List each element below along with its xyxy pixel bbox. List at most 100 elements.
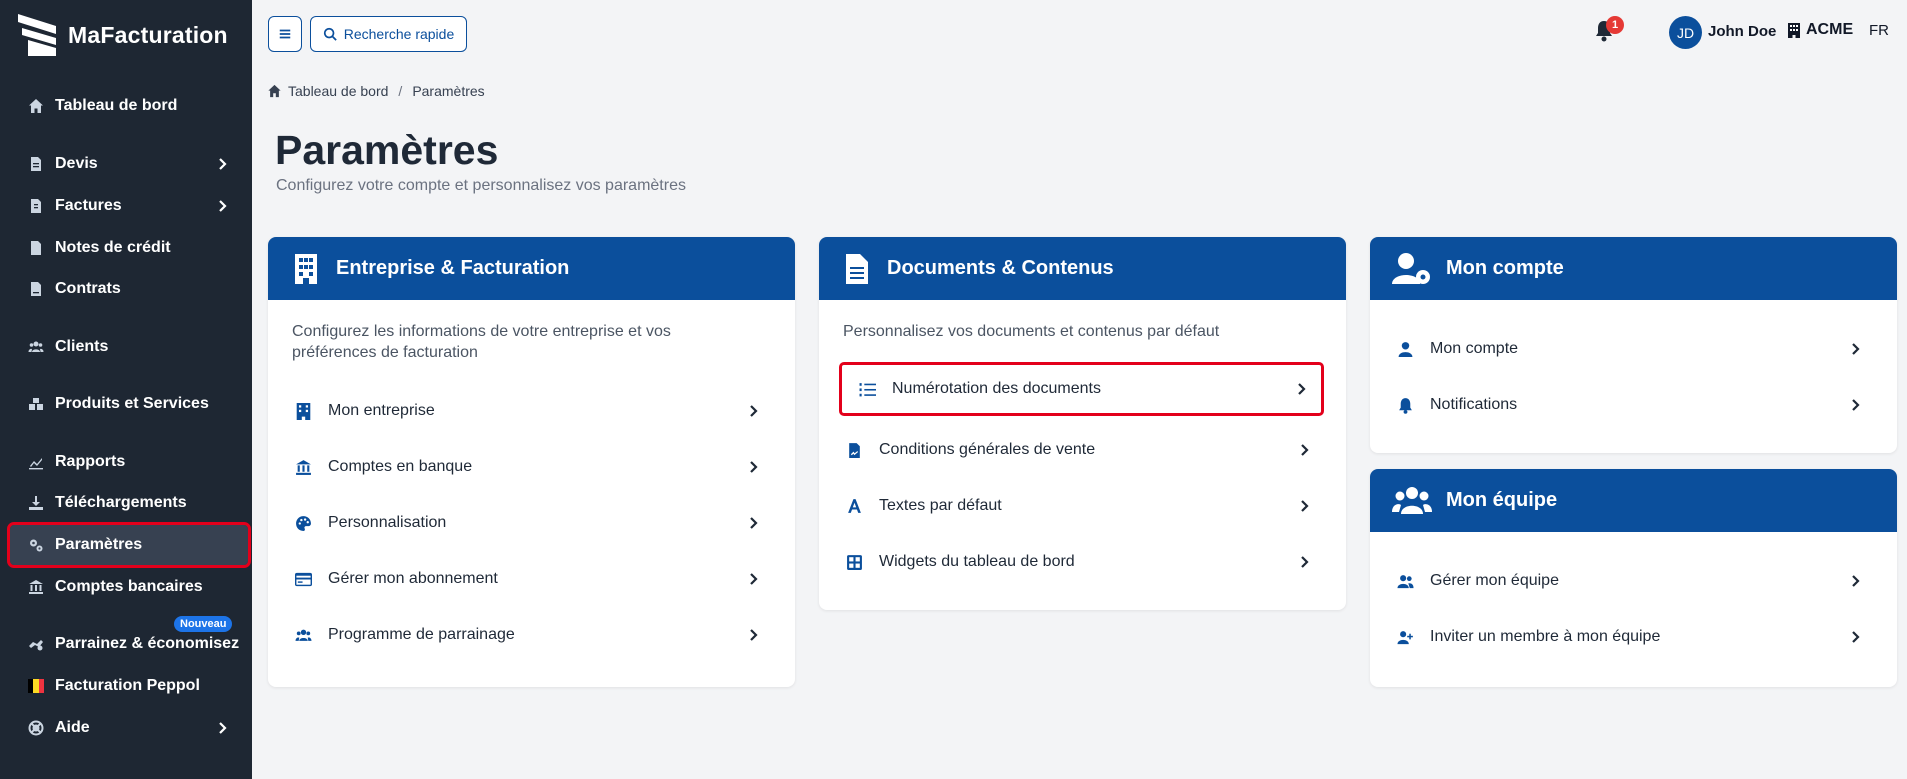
chevron-right-icon xyxy=(745,571,761,587)
file-contract-icon xyxy=(843,440,865,460)
chevron-right-icon xyxy=(1296,442,1312,458)
settings-item-notifications[interactable]: Notifications xyxy=(1380,381,1887,429)
chart-icon xyxy=(26,452,46,472)
settings-item-label: Programme de parrainage xyxy=(328,626,515,643)
notification-count-badge: 1 xyxy=(1606,16,1624,34)
settings-item-mon-entreprise[interactable]: Mon entreprise xyxy=(278,387,785,435)
settings-item-textes-defaut[interactable]: Textes par défaut xyxy=(829,482,1336,530)
app-logo[interactable]: MaFacturation xyxy=(16,12,228,58)
user-settings-icon xyxy=(1392,252,1432,286)
card-mon-compte: Mon compte Mon compte Notifications xyxy=(1370,237,1897,453)
chevron-right-icon xyxy=(1296,554,1312,570)
sidebar-item-factures[interactable]: Factures xyxy=(10,186,248,226)
settings-item-label: Notifications xyxy=(1430,396,1518,413)
home-icon xyxy=(26,96,46,116)
card-title: Documents & Contenus xyxy=(887,257,1114,279)
user-plus-icon xyxy=(1394,627,1416,647)
download-icon xyxy=(26,493,46,513)
handshake-icon xyxy=(26,634,46,654)
settings-item-abonnement[interactable]: Gérer mon abonnement xyxy=(278,555,785,603)
settings-item-widgets[interactable]: Widgets du tableau de bord xyxy=(829,538,1336,586)
users-icon xyxy=(1392,484,1432,518)
users-icon xyxy=(292,625,314,645)
contract-icon xyxy=(26,279,46,299)
settings-item-mon-compte[interactable]: Mon compte xyxy=(1380,325,1887,373)
user-name[interactable]: John Doe xyxy=(1708,23,1776,40)
users-icon xyxy=(26,337,46,357)
document-icon xyxy=(26,154,46,174)
settings-item-label: Mon entreprise xyxy=(328,402,435,419)
sidebar-item-peppol[interactable]: Facturation Peppol xyxy=(10,666,248,706)
card-title: Mon compte xyxy=(1446,257,1564,279)
menu-toggle-button[interactable] xyxy=(268,16,302,52)
settings-item-cgv[interactable]: Conditions générales de vente xyxy=(829,426,1336,474)
settings-item-label: Mon compte xyxy=(1430,340,1519,357)
settings-item-parrainage[interactable]: Programme de parrainage xyxy=(278,611,785,659)
sidebar-item-label: Rapports xyxy=(55,453,126,470)
breadcrumb: Tableau de bord / Paramètres xyxy=(267,83,485,99)
table-icon xyxy=(843,552,865,572)
chevron-right-icon xyxy=(214,156,230,172)
chevron-right-icon xyxy=(745,459,761,475)
settings-item-label: Widgets du tableau de bord xyxy=(879,553,1075,570)
logo-icon xyxy=(16,12,58,58)
sidebar-item-aide[interactable]: Aide xyxy=(10,708,248,748)
settings-item-personnalisation[interactable]: Personnalisation xyxy=(278,499,785,547)
sidebar-item-parrainez[interactable]: Parrainez & économisez xyxy=(10,624,248,664)
settings-item-label: Gérer mon abonnement xyxy=(328,570,498,587)
sidebar-item-rapports[interactable]: Rapports xyxy=(10,442,248,482)
card-title: Mon équipe xyxy=(1446,489,1558,511)
chevron-right-icon xyxy=(1296,498,1312,514)
sidebar-item-devis[interactable]: Devis xyxy=(10,144,248,184)
credit-card-icon xyxy=(292,569,314,589)
breadcrumb-home-link[interactable]: Tableau de bord xyxy=(288,83,388,99)
company-selector[interactable]: ACME xyxy=(1788,21,1853,39)
building-icon xyxy=(292,401,314,421)
numbered-list-icon xyxy=(856,379,878,399)
quick-search-button[interactable]: Recherche rapide xyxy=(310,16,467,52)
breadcrumb-separator: / xyxy=(398,83,403,99)
card-header: Entreprise & Facturation xyxy=(268,237,795,300)
settings-item-inviter-membre[interactable]: Inviter un membre à mon équipe xyxy=(1380,613,1887,661)
help-icon xyxy=(26,718,46,738)
document-icon xyxy=(841,252,873,286)
settings-item-label: Personnalisation xyxy=(328,514,447,531)
card-header: Mon compte xyxy=(1370,237,1897,300)
language-selector[interactable]: FR xyxy=(1869,22,1889,39)
sidebar-item-dashboard[interactable]: Tableau de bord xyxy=(10,86,248,126)
sidebar-item-label: Facturation Peppol xyxy=(55,677,200,694)
app-name: MaFacturation xyxy=(68,21,228,48)
sidebar-item-parametres[interactable]: Paramètres xyxy=(7,522,251,568)
page-title: Paramètres xyxy=(275,127,499,173)
chevron-right-icon xyxy=(1847,629,1863,645)
card-header: Mon équipe xyxy=(1370,469,1897,532)
user-icon xyxy=(1394,339,1416,359)
sidebar-item-comptes-bancaires[interactable]: Comptes bancaires xyxy=(10,567,248,607)
sidebar-item-produits[interactable]: Produits et Services xyxy=(10,384,248,424)
sidebar-item-label: Notes de crédit xyxy=(55,239,171,256)
chevron-right-icon xyxy=(745,627,761,643)
sidebar-item-contrats[interactable]: Contrats xyxy=(10,269,248,309)
settings-item-gerer-equipe[interactable]: Gérer mon équipe xyxy=(1380,557,1887,605)
settings-item-numerotation[interactable]: Numérotation des documents xyxy=(839,362,1324,416)
sidebar-item-clients[interactable]: Clients xyxy=(10,327,248,367)
boxes-icon xyxy=(26,394,46,414)
settings-item-label: Numérotation des documents xyxy=(892,380,1101,397)
sidebar-item-notes-credit[interactable]: Notes de crédit xyxy=(10,228,248,268)
font-icon xyxy=(843,496,865,516)
sidebar-item-label: Clients xyxy=(55,338,109,355)
card-documents-contenus: Documents & Contenus Personnalisez vos d… xyxy=(819,237,1346,610)
page-subtitle: Configurez votre compte et personnalisez… xyxy=(276,177,686,194)
bank-icon xyxy=(26,577,46,597)
card-title: Entreprise & Facturation xyxy=(336,257,570,279)
hamburger-icon xyxy=(279,29,291,39)
chevron-right-icon xyxy=(1293,381,1309,397)
card-mon-equipe: Mon équipe Gérer mon équipe Inviter un m… xyxy=(1370,469,1897,687)
gears-icon xyxy=(26,535,46,555)
chevron-right-icon xyxy=(214,720,230,736)
avatar[interactable]: JD xyxy=(1669,16,1702,49)
building-icon xyxy=(290,252,322,286)
sidebar-item-telechargements[interactable]: Téléchargements xyxy=(10,483,248,523)
card-description: Configurez les informations de votre ent… xyxy=(292,323,671,361)
settings-item-comptes-banque[interactable]: Comptes en banque xyxy=(278,443,785,491)
